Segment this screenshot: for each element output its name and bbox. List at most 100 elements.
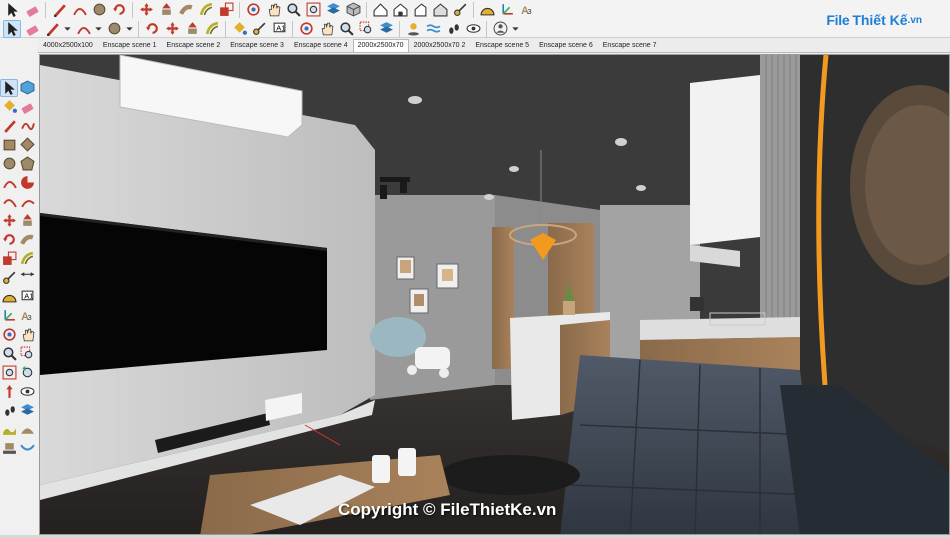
polygon-tool-button[interactable] — [18, 155, 36, 173]
3d-text-tool-button[interactable]: A3 — [18, 307, 36, 325]
scene-tab[interactable]: Enscape scene 6 — [534, 39, 598, 52]
walk-tool-button[interactable] — [444, 20, 462, 38]
arc3-tool-button[interactable] — [0, 193, 18, 211]
follow-me-tool-button[interactable] — [177, 1, 195, 19]
scene-tab[interactable]: Enscape scene 1 — [98, 39, 162, 52]
tape-tool-button[interactable] — [0, 269, 18, 287]
position-camera-tool-button[interactable] — [0, 383, 18, 401]
scene-tab[interactable]: Enscape scene 3 — [225, 39, 289, 52]
arc-tool-button[interactable] — [74, 20, 92, 38]
back-view-tool-button[interactable] — [431, 1, 449, 19]
scale-tool-button[interactable] — [217, 1, 235, 19]
push-pull-tool-button[interactable] — [183, 20, 201, 38]
pencil-tool-button[interactable] — [50, 1, 68, 19]
smoove-tool-button[interactable] — [18, 421, 36, 439]
section-tool-button[interactable] — [18, 402, 36, 420]
section-tool-button[interactable] — [324, 1, 342, 19]
tool-dropdown-button[interactable] — [125, 20, 134, 38]
zoom-window-tool-button[interactable] — [18, 345, 36, 363]
freehand-tool-button[interactable] — [18, 117, 36, 135]
stamp-tool-button[interactable] — [0, 440, 18, 458]
previous-tool-button[interactable] — [18, 364, 36, 382]
shadow-tool-button[interactable] — [404, 20, 422, 38]
drape-tool-button[interactable] — [18, 440, 36, 458]
text-tool-button[interactable]: A1 — [270, 20, 288, 38]
circle-tool-button[interactable] — [105, 20, 123, 38]
tape-tool-button[interactable] — [451, 1, 469, 19]
scene-tab[interactable]: 2000x2500x70 — [352, 39, 409, 52]
line-tool-button[interactable] — [0, 117, 18, 135]
zoom-extents-tool-button[interactable] — [304, 1, 322, 19]
select-tool-button[interactable] — [0, 78, 18, 97]
move-tool-button[interactable] — [163, 20, 181, 38]
component-tool-button[interactable] — [18, 79, 36, 97]
eraser-tool-button[interactable] — [23, 20, 41, 38]
scene-tab[interactable]: Enscape scene 4 — [289, 39, 353, 52]
arc2-tool-button[interactable] — [18, 193, 36, 211]
3d-text-tool-button[interactable]: A3 — [518, 1, 536, 19]
arc-tool-button[interactable] — [0, 174, 18, 192]
tool-dropdown-button[interactable] — [63, 20, 72, 38]
tool-dropdown-button[interactable] — [511, 20, 520, 38]
move-tool-button[interactable] — [137, 1, 155, 19]
circle-tool-button[interactable] — [90, 1, 108, 19]
look-tool-button[interactable] — [18, 383, 36, 401]
arc-tool-button[interactable] — [70, 1, 88, 19]
select-tool-button[interactable] — [3, 1, 21, 19]
dimension-tool-button[interactable] — [18, 269, 36, 287]
follow-me-tool-button[interactable] — [18, 231, 36, 249]
pan-tool-button[interactable] — [317, 20, 335, 38]
account-tool-button[interactable] — [491, 20, 509, 38]
axes-tool-button[interactable] — [0, 307, 18, 325]
circle-tool-button[interactable] — [0, 155, 18, 173]
axes-tool-button[interactable] — [498, 1, 516, 19]
rectangle-tool-button[interactable] — [0, 136, 18, 154]
iso-view-tool-button[interactable] — [344, 1, 362, 19]
front-view-tool-button[interactable] — [391, 1, 409, 19]
pie-tool-button[interactable] — [18, 174, 36, 192]
eraser-tool-button[interactable] — [23, 1, 41, 19]
orbit-tool-button[interactable] — [297, 20, 315, 38]
scale-tool-button[interactable] — [0, 250, 18, 268]
push-pull-tool-button[interactable] — [18, 212, 36, 230]
zoom-window-tool-button[interactable] — [357, 20, 375, 38]
protractor-tool-button[interactable] — [0, 288, 18, 306]
zoom-tool-button[interactable] — [0, 345, 18, 363]
look-tool-button[interactable] — [464, 20, 482, 38]
tool-dropdown-button[interactable] — [94, 20, 103, 38]
sandbox-tool-button[interactable] — [0, 421, 18, 439]
pencil-tool-button[interactable] — [43, 20, 61, 38]
section-tool-button[interactable] — [377, 20, 395, 38]
push-pull-tool-button[interactable] — [157, 1, 175, 19]
offset-tool-button[interactable] — [203, 20, 221, 38]
orbit-tool-button[interactable] — [0, 326, 18, 344]
rotated-rect-tool-button[interactable] — [18, 136, 36, 154]
pan-tool-button[interactable] — [18, 326, 36, 344]
scene-tab[interactable]: Enscape scene 5 — [470, 39, 534, 52]
rotate-tool-button[interactable] — [0, 231, 18, 249]
tape-tool-button[interactable] — [250, 20, 268, 38]
top-view-tool-button[interactable] — [371, 1, 389, 19]
orbit-tool-button[interactable] — [244, 1, 262, 19]
scene-tab[interactable]: 2000x2500x70 2 — [409, 39, 471, 52]
eraser-tool-button[interactable] — [18, 98, 36, 116]
scene-tab[interactable]: Enscape scene 2 — [162, 39, 226, 52]
rotate-tool-button[interactable] — [110, 1, 128, 19]
fog-tool-button[interactable] — [424, 20, 442, 38]
pan-tool-button[interactable] — [264, 1, 282, 19]
paint-tool-button[interactable] — [230, 20, 248, 38]
zoom-tool-button[interactable] — [284, 1, 302, 19]
scene-tab[interactable]: 4000x2500x100 — [38, 39, 98, 52]
text-tool-button[interactable]: A1 — [18, 288, 36, 306]
offset-tool-button[interactable] — [18, 250, 36, 268]
scene-tab[interactable]: Enscape scene 7 — [598, 39, 662, 52]
zoom-tool-button[interactable] — [337, 20, 355, 38]
model-viewport[interactable] — [39, 54, 950, 535]
rotate-tool-button[interactable] — [143, 20, 161, 38]
select-tool-button[interactable] — [3, 19, 21, 38]
right-view-tool-button[interactable] — [411, 1, 429, 19]
move-tool-button[interactable] — [0, 212, 18, 230]
paint-tool-button[interactable] — [0, 98, 18, 116]
offset-tool-button[interactable] — [197, 1, 215, 19]
walk-tool-button[interactable] — [0, 402, 18, 420]
